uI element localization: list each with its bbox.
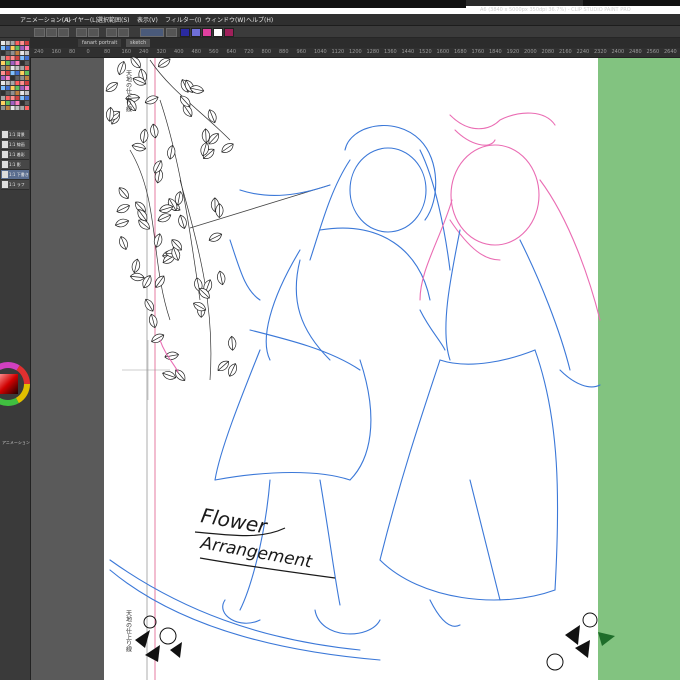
leaf [228, 335, 237, 351]
blue-figure-sketch-2 [379, 229, 601, 627]
leaf [131, 258, 141, 274]
leaf [118, 187, 129, 199]
flower-ornament-left [135, 615, 182, 662]
leaf [129, 272, 145, 282]
title-lettering: Flower Arrangement [194, 503, 336, 579]
leaf [144, 95, 159, 105]
leaf [131, 142, 147, 152]
leaf [164, 351, 180, 360]
leaf [157, 58, 171, 68]
leaf [208, 232, 223, 242]
leaf [217, 270, 226, 286]
leaf [140, 128, 149, 144]
leaf [105, 82, 118, 92]
leaf [116, 204, 130, 214]
trim-note-top: 天地の仕上り線 [125, 70, 132, 112]
leaf [119, 236, 128, 250]
leaf [114, 218, 130, 228]
leaf [157, 213, 172, 223]
flower-ornament-right [546, 612, 615, 671]
blue-figure-sketch [109, 125, 451, 661]
leaf [150, 123, 159, 139]
leaf [178, 214, 187, 229]
artwork-sketch: Flower Arrangement 天地の仕上り線 天地の仕上り線 [105, 56, 615, 680]
leaf [221, 143, 234, 153]
leaf [207, 109, 217, 124]
leaf [130, 56, 141, 69]
trim-note-bottom: 天地の仕上り線 [125, 610, 132, 652]
leaf [151, 333, 165, 343]
leaf [167, 144, 176, 160]
leaf [162, 371, 177, 380]
leaf [148, 313, 158, 329]
leaf [144, 298, 154, 312]
